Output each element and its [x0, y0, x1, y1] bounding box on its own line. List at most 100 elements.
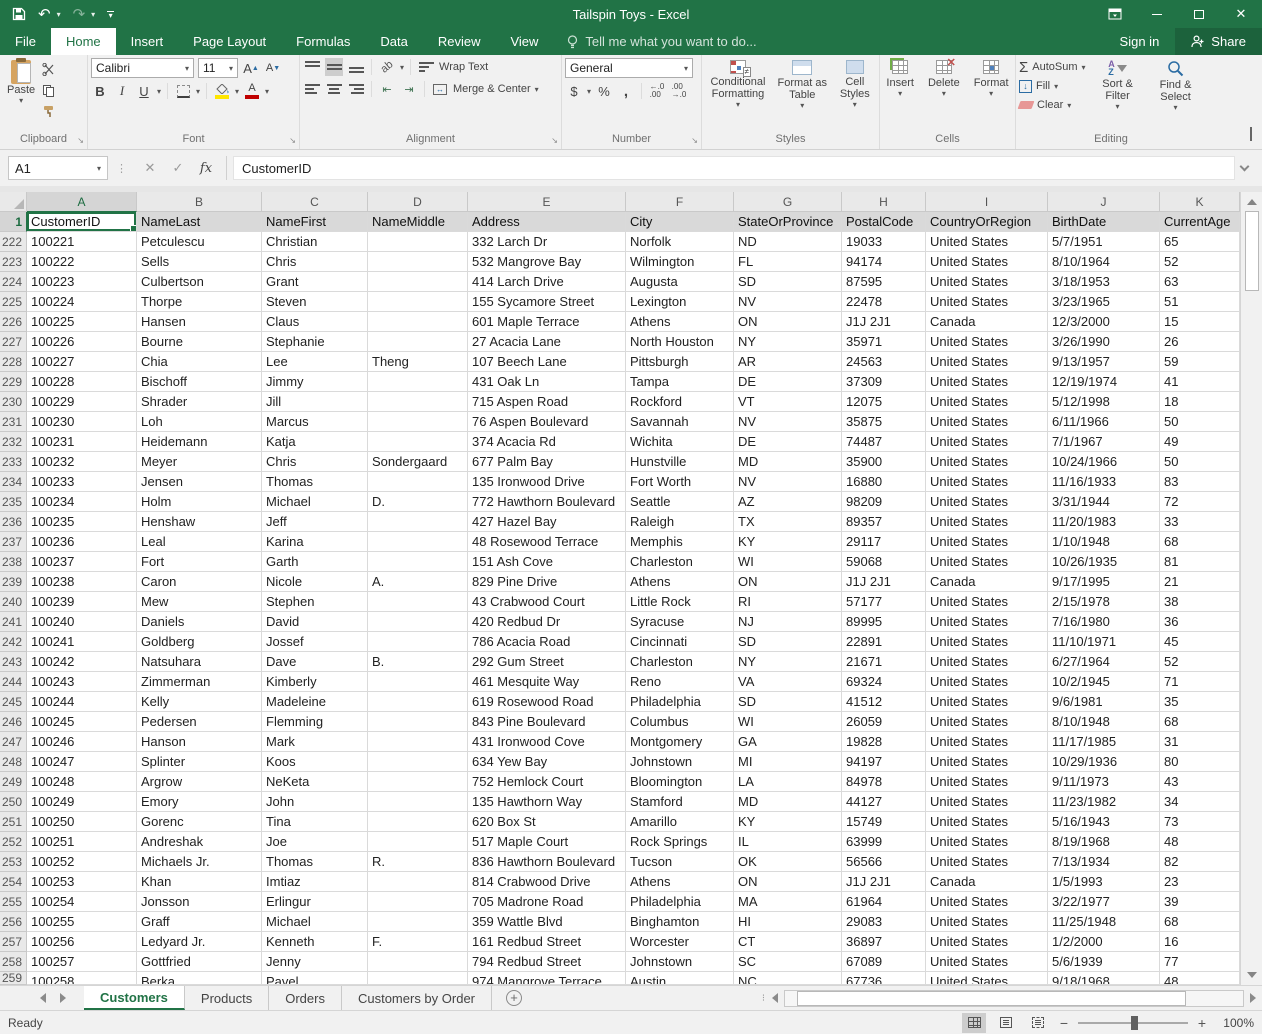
cell-F255[interactable]: Philadelphia [626, 892, 734, 912]
cell-E222[interactable]: 332 Larch Dr [468, 232, 626, 252]
cell-D256[interactable] [368, 912, 468, 932]
cell-E232[interactable]: 374 Acacia Rd [468, 432, 626, 452]
minimize-button[interactable] [1136, 0, 1178, 28]
cell-A234[interactable]: 100233 [27, 472, 137, 492]
cell-D227[interactable] [368, 332, 468, 352]
row-header-259[interactable]: 259 [0, 972, 27, 985]
cell-I256[interactable]: United States [926, 912, 1048, 932]
expand-formula-bar-icon[interactable] [1240, 161, 1250, 171]
cell-I244[interactable]: United States [926, 672, 1048, 692]
cell-F1[interactable]: City [626, 212, 734, 232]
cell-C228[interactable]: Lee [262, 352, 368, 372]
tab-insert[interactable]: Insert [116, 28, 179, 55]
cell-B227[interactable]: Bourne [137, 332, 262, 352]
cell-E259[interactable]: 974 Mangrove Terrace [468, 972, 626, 985]
cell-D238[interactable] [368, 552, 468, 572]
cell-C249[interactable]: NeKeta [262, 772, 368, 792]
center-icon[interactable] [325, 80, 343, 98]
cell-H222[interactable]: 19033 [842, 232, 926, 252]
cell-G224[interactable]: SD [734, 272, 842, 292]
cell-K243[interactable]: 52 [1160, 652, 1240, 672]
font-size-combo[interactable]: 11▾ [198, 58, 238, 78]
cell-styles-button[interactable]: Cell Styles▾ [834, 58, 876, 132]
cell-B229[interactable]: Bischoff [137, 372, 262, 392]
cell-F238[interactable]: Charleston [626, 552, 734, 572]
cell-F244[interactable]: Reno [626, 672, 734, 692]
cell-C247[interactable]: Mark [262, 732, 368, 752]
cell-C231[interactable]: Marcus [262, 412, 368, 432]
cell-E233[interactable]: 677 Palm Bay [468, 452, 626, 472]
cell-E241[interactable]: 420 Redbud Dr [468, 612, 626, 632]
row-header-230[interactable]: 230 [0, 392, 27, 412]
cell-K241[interactable]: 36 [1160, 612, 1240, 632]
cell-F249[interactable]: Bloomington [626, 772, 734, 792]
cell-C239[interactable]: Nicole [262, 572, 368, 592]
cell-D236[interactable] [368, 512, 468, 532]
cell-K245[interactable]: 35 [1160, 692, 1240, 712]
decrease-decimal-icon[interactable]: .00→.0 [670, 82, 688, 100]
collapse-ribbon-icon[interactable] [1250, 129, 1252, 141]
cell-A247[interactable]: 100246 [27, 732, 137, 752]
cell-A250[interactable]: 100249 [27, 792, 137, 812]
cell-J241[interactable]: 7/16/1980 [1048, 612, 1160, 632]
cell-K252[interactable]: 48 [1160, 832, 1240, 852]
column-header-D[interactable]: D [368, 192, 468, 212]
cell-F239[interactable]: Athens [626, 572, 734, 592]
row-header-252[interactable]: 252 [0, 832, 27, 852]
cell-E224[interactable]: 414 Larch Drive [468, 272, 626, 292]
ribbon-display-options-icon[interactable] [1094, 0, 1136, 28]
percent-style-icon[interactable]: % [595, 82, 613, 100]
orientation-dropdown-icon[interactable]: ▾ [400, 63, 404, 72]
cell-G226[interactable]: ON [734, 312, 842, 332]
row-header-226[interactable]: 226 [0, 312, 27, 332]
tab-file[interactable]: File [0, 28, 51, 55]
row-header-248[interactable]: 248 [0, 752, 27, 772]
cell-H241[interactable]: 89995 [842, 612, 926, 632]
cell-J250[interactable]: 11/23/1982 [1048, 792, 1160, 812]
cell-B243[interactable]: Natsuhara [137, 652, 262, 672]
cell-A236[interactable]: 100235 [27, 512, 137, 532]
cell-I252[interactable]: United States [926, 832, 1048, 852]
cell-K258[interactable]: 77 [1160, 952, 1240, 972]
cell-J239[interactable]: 9/17/1995 [1048, 572, 1160, 592]
cell-G238[interactable]: WI [734, 552, 842, 572]
cell-A224[interactable]: 100223 [27, 272, 137, 292]
cell-J258[interactable]: 5/6/1939 [1048, 952, 1160, 972]
cell-D229[interactable] [368, 372, 468, 392]
cell-H243[interactable]: 21671 [842, 652, 926, 672]
cell-H245[interactable]: 41512 [842, 692, 926, 712]
cell-C236[interactable]: Jeff [262, 512, 368, 532]
row-header-251[interactable]: 251 [0, 812, 27, 832]
cell-D245[interactable] [368, 692, 468, 712]
cell-C1[interactable]: NameFirst [262, 212, 368, 232]
cell-F241[interactable]: Syracuse [626, 612, 734, 632]
row-header-236[interactable]: 236 [0, 512, 27, 532]
cell-I235[interactable]: United States [926, 492, 1048, 512]
cell-A227[interactable]: 100226 [27, 332, 137, 352]
cell-E236[interactable]: 427 Hazel Bay [468, 512, 626, 532]
cell-C242[interactable]: Jossef [262, 632, 368, 652]
fill-color-dropdown-icon[interactable]: ▾ [235, 87, 239, 96]
cell-C229[interactable]: Jimmy [262, 372, 368, 392]
cell-J252[interactable]: 8/19/1968 [1048, 832, 1160, 852]
cell-A243[interactable]: 100242 [27, 652, 137, 672]
row-header-253[interactable]: 253 [0, 852, 27, 872]
cell-E240[interactable]: 43 Crabwood Court [468, 592, 626, 612]
cell-C240[interactable]: Stephen [262, 592, 368, 612]
row-header-231[interactable]: 231 [0, 412, 27, 432]
cell-A237[interactable]: 100236 [27, 532, 137, 552]
cell-G246[interactable]: WI [734, 712, 842, 732]
cell-D255[interactable] [368, 892, 468, 912]
cell-D1[interactable]: NameMiddle [368, 212, 468, 232]
cell-A259[interactable]: 100258 [27, 972, 137, 985]
cell-B249[interactable]: Argrow [137, 772, 262, 792]
cell-A240[interactable]: 100239 [27, 592, 137, 612]
cell-E235[interactable]: 772 Hawthorn Boulevard [468, 492, 626, 512]
cell-K242[interactable]: 45 [1160, 632, 1240, 652]
cell-C224[interactable]: Grant [262, 272, 368, 292]
cell-I246[interactable]: United States [926, 712, 1048, 732]
cell-D230[interactable] [368, 392, 468, 412]
cell-K238[interactable]: 81 [1160, 552, 1240, 572]
cell-F233[interactable]: Hunstville [626, 452, 734, 472]
cell-D222[interactable] [368, 232, 468, 252]
